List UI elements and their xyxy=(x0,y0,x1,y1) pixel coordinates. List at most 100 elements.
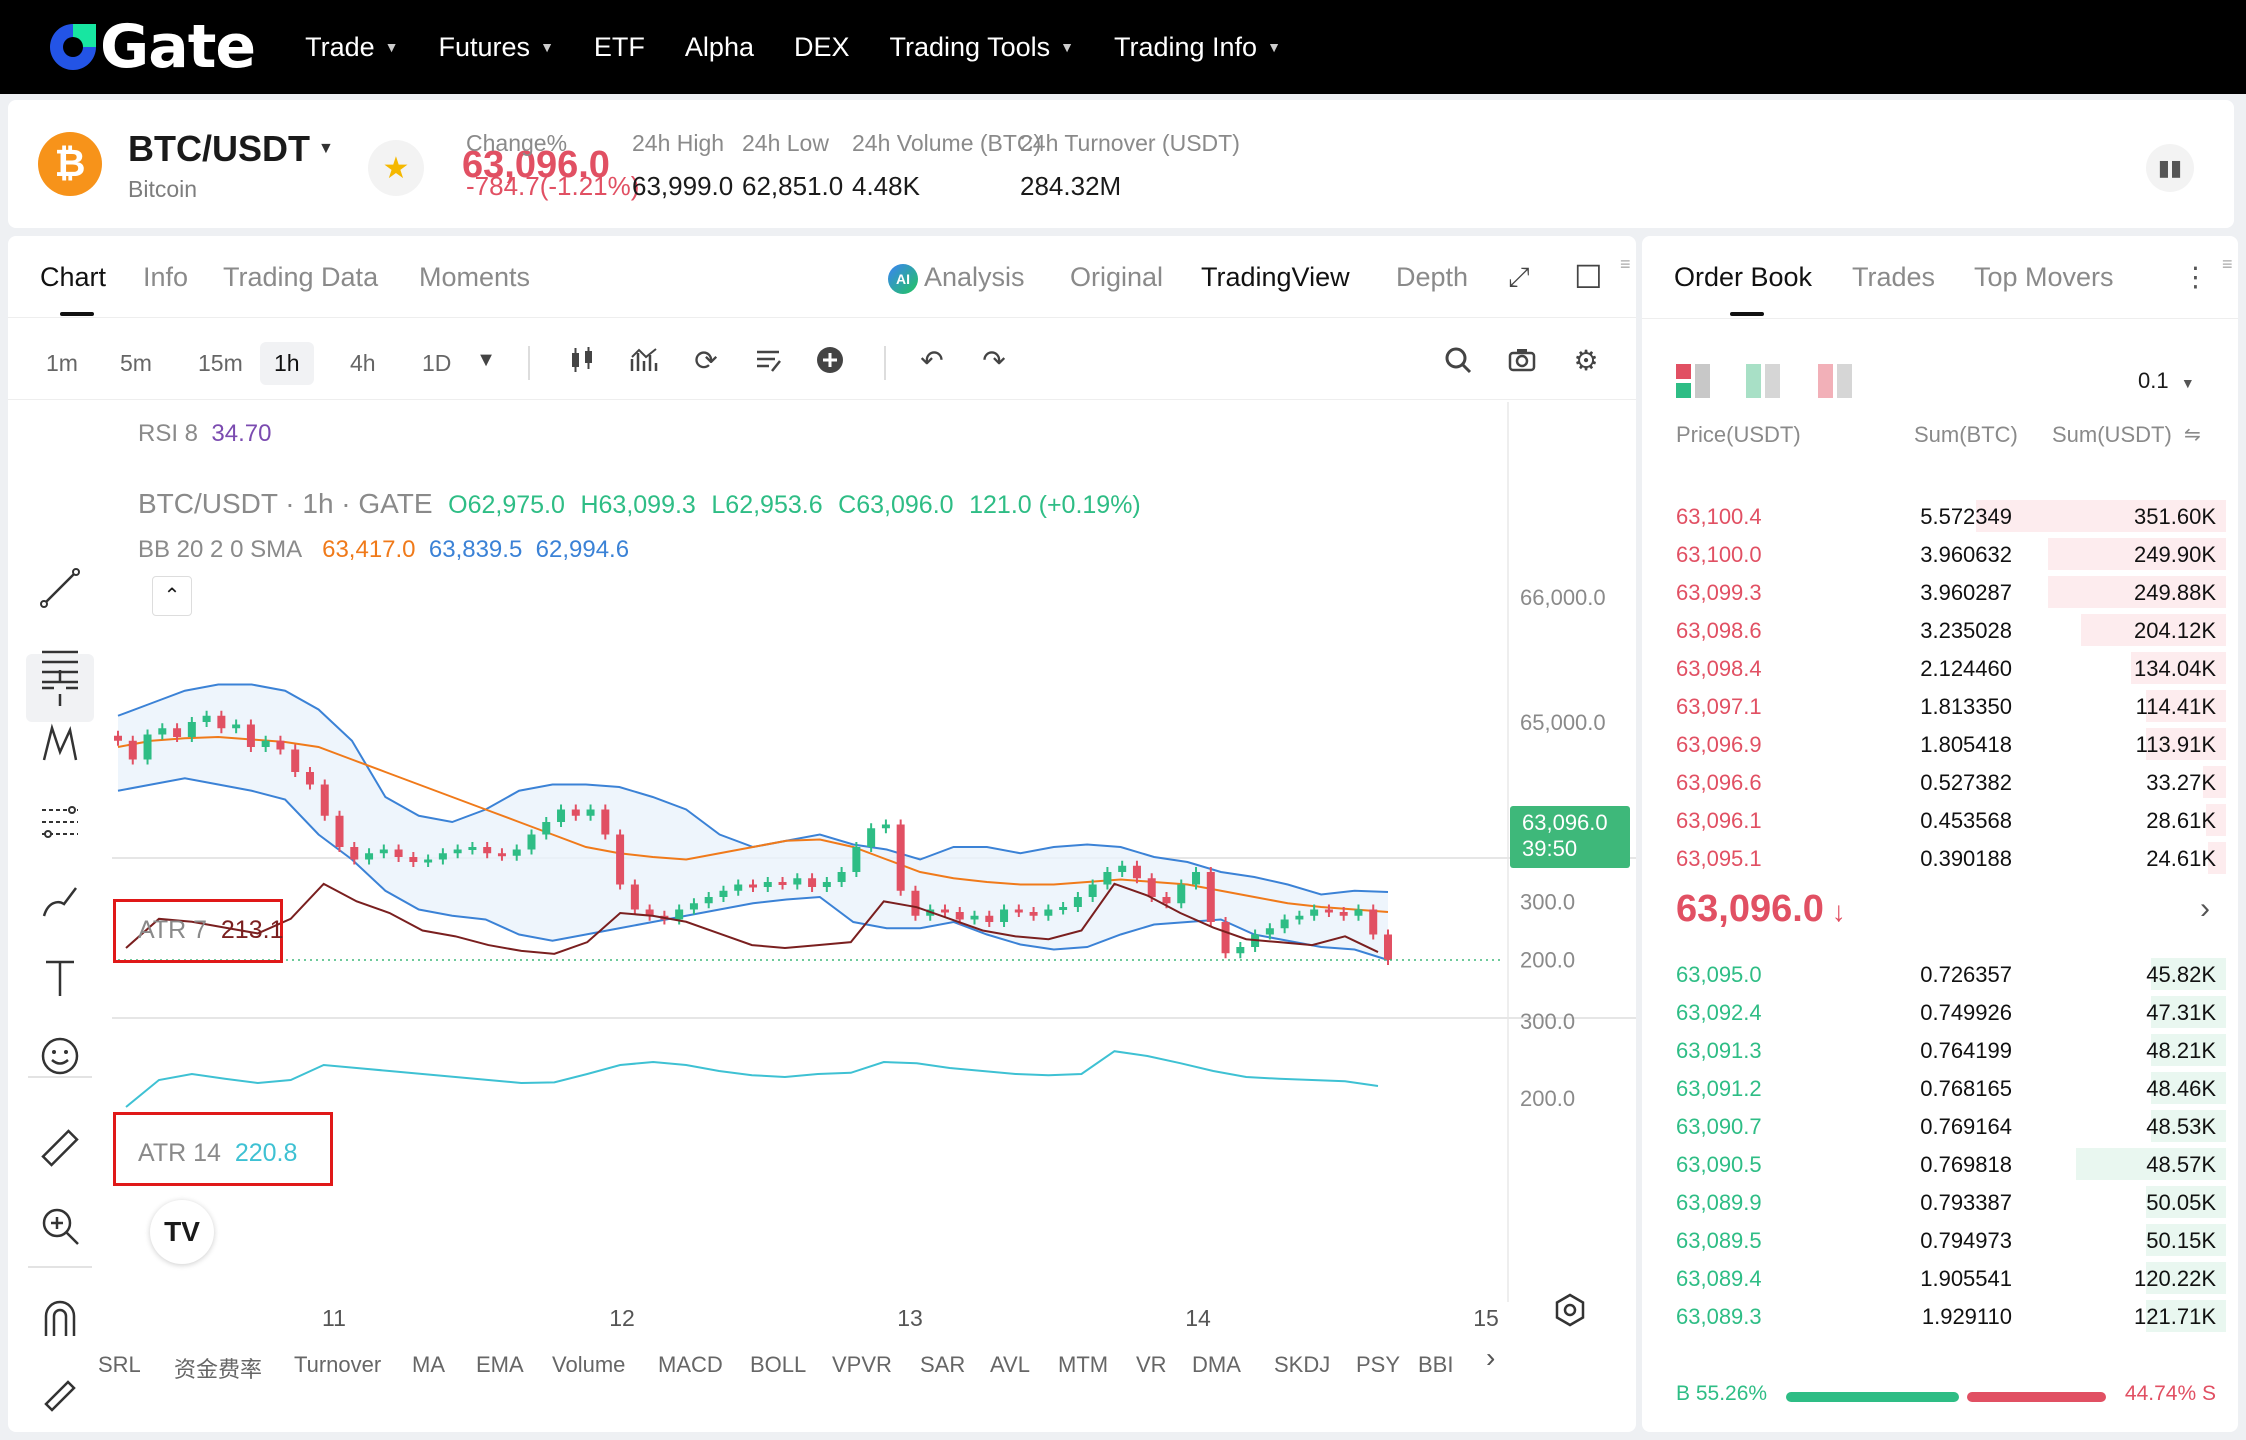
indicator-14[interactable]: SKDJ xyxy=(1274,1352,1330,1378)
view-both-icon[interactable] xyxy=(1676,364,1712,403)
ask-row[interactable]: 63,095.1 0.390188 24.61K xyxy=(1642,838,2238,876)
indicator-10[interactable]: AVL xyxy=(990,1352,1030,1378)
bid-row[interactable]: 63,089.9 0.793387 50.05K xyxy=(1642,1182,2238,1220)
favorite-star-icon[interactable]: ★ xyxy=(368,140,424,196)
tab-moments[interactable]: Moments xyxy=(419,262,530,293)
tab-trading-data[interactable]: Trading Data xyxy=(223,262,378,293)
gate-logo[interactable]: Gate xyxy=(46,0,256,94)
bid-row[interactable]: 63,091.3 0.764199 48.21K xyxy=(1642,1030,2238,1068)
ask-row[interactable]: 63,099.3 3.960287 249.88K xyxy=(1642,572,2238,610)
tab-analysis[interactable]: AI Analysis xyxy=(888,262,1025,294)
tradingview-logo-icon[interactable]: TV xyxy=(150,1200,214,1264)
pair-caret-icon[interactable]: ▼ xyxy=(318,140,334,158)
buy-ratio-bar xyxy=(1786,1392,1959,1402)
bid-row[interactable]: 63,091.2 0.768165 48.46K xyxy=(1642,1068,2238,1106)
indicator-8[interactable]: VPVR xyxy=(832,1352,892,1378)
nav-item-trading-tools[interactable]: Trading Tools ▼ xyxy=(890,32,1074,63)
indicator-scroll-right-icon[interactable]: › xyxy=(1486,1342,1495,1374)
ob-drag-handle-icon[interactable]: ≡ xyxy=(2222,254,2233,275)
ask-row[interactable]: 63,100.0 3.960632 249.90K xyxy=(1642,534,2238,572)
ask-row[interactable]: 63,096.9 1.805418 113.91K xyxy=(1642,724,2238,762)
indicators-icon[interactable] xyxy=(624,340,664,380)
collapse-legend-icon[interactable]: ⌃ xyxy=(152,576,192,616)
ask-row[interactable]: 63,096.6 0.527382 33.27K xyxy=(1642,762,2238,800)
ask-row[interactable]: 63,097.1 1.813350 114.41K xyxy=(1642,686,2238,724)
nav-item-futures[interactable]: Futures ▼ xyxy=(439,32,554,63)
ask-row[interactable]: 63,096.1 0.453568 28.61K xyxy=(1642,800,2238,838)
tab-original[interactable]: Original xyxy=(1070,262,1163,293)
timeframe-4h[interactable]: 4h xyxy=(336,342,390,385)
chevron-right-icon[interactable]: › xyxy=(2200,892,2210,926)
indicator-11[interactable]: MTM xyxy=(1058,1352,1108,1378)
timeframe-1h[interactable]: 1h xyxy=(260,342,314,385)
ask-row[interactable]: 63,100.4 5.572349 351.60K xyxy=(1642,496,2238,534)
nav-item-trade[interactable]: Trade ▼ xyxy=(305,32,398,63)
indicator-6[interactable]: MACD xyxy=(658,1352,723,1378)
timeframe-dropdown-icon[interactable]: ▼ xyxy=(466,340,506,380)
add-icon[interactable] xyxy=(810,340,850,380)
candle-body xyxy=(955,912,964,920)
bid-row[interactable]: 63,089.3 1.929110 121.71K xyxy=(1642,1296,2238,1334)
bid-row[interactable]: 63,092.4 0.749926 47.31K xyxy=(1642,992,2238,1030)
indicator-4[interactable]: EMA xyxy=(476,1352,524,1378)
bid-row[interactable]: 63,090.7 0.769164 48.53K xyxy=(1642,1106,2238,1144)
camera-icon[interactable] xyxy=(1502,340,1542,380)
indicator-16[interactable]: BBI xyxy=(1418,1352,1453,1378)
timeframe-15m[interactable]: 15m xyxy=(184,342,257,385)
ask-row[interactable]: 63,098.4 2.124460 134.04K xyxy=(1642,648,2238,686)
expand-icon[interactable]: ⤢ xyxy=(1508,262,1530,294)
nav-item-alpha[interactable]: Alpha xyxy=(685,32,754,63)
fullscreen-icon[interactable]: ☐ xyxy=(1574,258,1603,296)
undo-icon[interactable]: ↶ xyxy=(912,340,952,380)
tab-info[interactable]: Info xyxy=(143,262,188,293)
book-icon[interactable]: ▮▮ xyxy=(2146,144,2194,192)
tab-order-book[interactable]: Order Book xyxy=(1674,262,1812,293)
atr7-label: ATR 7 xyxy=(138,916,207,944)
redo-icon[interactable]: ↷ xyxy=(974,340,1014,380)
timeframe-1D[interactable]: 1D xyxy=(408,342,465,385)
indicator-15[interactable]: PSY xyxy=(1356,1352,1400,1378)
indicator-9[interactable]: SAR xyxy=(920,1352,965,1378)
drag-handle-icon[interactable]: ≡ xyxy=(1620,254,1631,275)
template-icon[interactable] xyxy=(748,340,788,380)
indicator-0[interactable]: SRL xyxy=(98,1352,141,1378)
indicator-3[interactable]: MA xyxy=(412,1352,445,1378)
tab-chart[interactable]: Chart xyxy=(40,262,106,293)
mid-price: 63,096.0 ↓ xyxy=(1676,888,1846,931)
view-bids-icon[interactable] xyxy=(1746,364,1782,403)
legend-close: C63,096.0 xyxy=(838,491,954,519)
row-total: 134.04K xyxy=(2134,656,2216,681)
pair-name[interactable]: BTC/USDT xyxy=(128,128,310,170)
bid-row[interactable]: 63,090.5 0.769818 48.57K xyxy=(1642,1144,2238,1182)
tab-top-movers[interactable]: Top Movers xyxy=(1974,262,2114,293)
precision-select[interactable]: 0.1 ▼ xyxy=(2138,368,2195,394)
nav-item-dex[interactable]: DEX xyxy=(794,32,850,63)
tab-trades[interactable]: Trades xyxy=(1852,262,1935,293)
tab-depth[interactable]: Depth xyxy=(1396,262,1468,293)
more-options-icon[interactable]: ⋮ xyxy=(2182,262,2209,293)
indicator-5[interactable]: Volume xyxy=(552,1352,625,1378)
ask-row[interactable]: 63,098.6 3.235028 204.12K xyxy=(1642,610,2238,648)
view-asks-icon[interactable] xyxy=(1818,364,1854,403)
indicator-2[interactable]: Turnover xyxy=(294,1352,381,1378)
settings-icon[interactable]: ⚙ xyxy=(1566,340,1606,380)
candle-body xyxy=(1162,897,1171,904)
nav-item-etf[interactable]: ETF xyxy=(594,32,645,63)
bid-row[interactable]: 63,089.5 0.794973 50.15K xyxy=(1642,1220,2238,1258)
candle-type-icon[interactable] xyxy=(562,340,602,380)
bid-row[interactable]: 63,095.0 0.726357 45.82K xyxy=(1642,954,2238,992)
axis-settings-icon[interactable] xyxy=(1552,1292,1588,1328)
search-icon[interactable] xyxy=(1438,340,1478,380)
toggle-total-icon[interactable]: ⇋ xyxy=(2184,422,2201,447)
lock-draw-icon[interactable] xyxy=(26,1362,94,1430)
indicator-1[interactable]: 资金费率 xyxy=(174,1352,262,1384)
timeframe-5m[interactable]: 5m xyxy=(106,342,166,385)
nav-item-trading-info[interactable]: Trading Info ▼ xyxy=(1114,32,1281,63)
indicator-7[interactable]: BOLL xyxy=(750,1352,806,1378)
refresh-icon[interactable]: ⟳ xyxy=(686,340,726,380)
bid-row[interactable]: 63,089.4 1.905541 120.22K xyxy=(1642,1258,2238,1296)
timeframe-1m[interactable]: 1m xyxy=(32,342,92,385)
indicator-13[interactable]: DMA xyxy=(1192,1352,1241,1378)
tab-tradingview[interactable]: TradingView xyxy=(1201,262,1350,293)
indicator-12[interactable]: VR xyxy=(1136,1352,1167,1378)
